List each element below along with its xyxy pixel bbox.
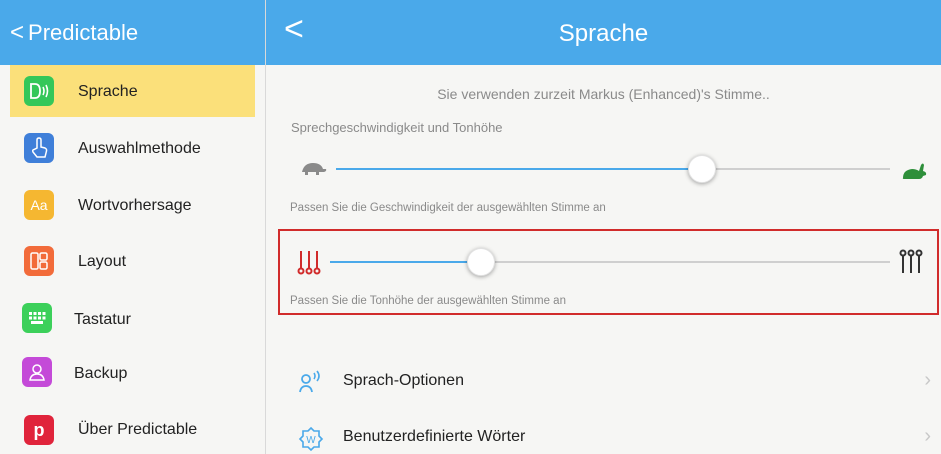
svg-text:W: W — [306, 435, 316, 446]
sidebar-item-auswahlmethode[interactable]: Auswahlmethode — [10, 122, 255, 174]
pitch-hint: Passen Sie die Tonhöhe der ausgewählten … — [290, 295, 566, 307]
layout-icon — [24, 246, 54, 276]
predictable-logo-icon: p — [24, 415, 54, 445]
user-backup-icon — [22, 357, 52, 387]
page-title: Sprache — [558, 20, 649, 47]
pitch-slider-thumb[interactable] — [467, 248, 495, 276]
sidebar-item-label: Sprache — [78, 83, 138, 100]
chevron-right-icon: › — [924, 425, 931, 447]
sprach-optionen-row[interactable]: Sprach-Optionen › — [266, 356, 941, 408]
aa-text-icon: Aa — [24, 190, 54, 220]
pitch-track-fill — [330, 261, 481, 263]
sidebar-item-label: Wortvorhersage — [78, 197, 192, 214]
chevron-right-icon: › — [924, 369, 931, 391]
sidebar-item-ueber-predictable[interactable]: p Über Predictable — [10, 403, 255, 454]
keyboard-icon — [22, 303, 52, 333]
speech-icon — [24, 76, 54, 106]
sidebar-item-sprache[interactable]: Sprache — [10, 65, 255, 117]
pitch-low-icon — [296, 249, 322, 280]
sidebar-back-button[interactable]: < — [10, 20, 24, 45]
speed-track-fill — [336, 168, 702, 170]
sidebar: Sprache Auswahlmethode Aa Wortvorhersage… — [0, 65, 265, 454]
sidebar-item-label: Layout — [78, 253, 127, 270]
speed-hint: Passen Sie die Geschwindigkeit der ausge… — [290, 202, 606, 214]
row-label: Sprach-Optionen — [343, 372, 464, 389]
rabbit-icon — [900, 160, 928, 187]
sidebar-header: < Predictable — [0, 0, 265, 65]
sidebar-item-layout[interactable]: Layout — [10, 235, 255, 287]
sidebar-title[interactable]: Predictable — [28, 20, 138, 46]
hand-pointer-icon — [24, 133, 54, 163]
sidebar-item-label: Auswahlmethode — [78, 140, 201, 157]
custom-words-icon: W — [298, 426, 324, 452]
pitch-high-icon — [898, 249, 924, 280]
speed-pitch-label: Sprechgeschwindigkeit und Tonhöhe — [291, 120, 503, 135]
row-label: Benutzerdefinierte Wörter — [343, 428, 526, 445]
sidebar-item-label: Backup — [74, 365, 128, 382]
sidebar-item-label: Über Predictable — [78, 421, 198, 438]
speech-options-icon — [298, 370, 322, 394]
benutzerdefinierte-woerter-row[interactable]: W Benutzerdefinierte Wörter › — [266, 412, 941, 454]
sidebar-item-backup[interactable]: Backup — [10, 347, 255, 399]
pitch-track[interactable] — [330, 261, 890, 263]
speed-slider-thumb[interactable] — [688, 155, 716, 183]
turtle-icon — [298, 160, 328, 181]
main-header: < Sprache — [266, 0, 941, 65]
sidebar-item-label: Tastatur — [74, 311, 131, 328]
sidebar-item-tastatur[interactable]: Tastatur — [10, 291, 255, 343]
sidebar-item-wortvorhersage[interactable]: Aa Wortvorhersage — [10, 179, 255, 231]
voice-info-text: Sie verwenden zurzeit Markus (Enhanced)'… — [437, 86, 770, 102]
speed-track[interactable] — [336, 168, 890, 170]
